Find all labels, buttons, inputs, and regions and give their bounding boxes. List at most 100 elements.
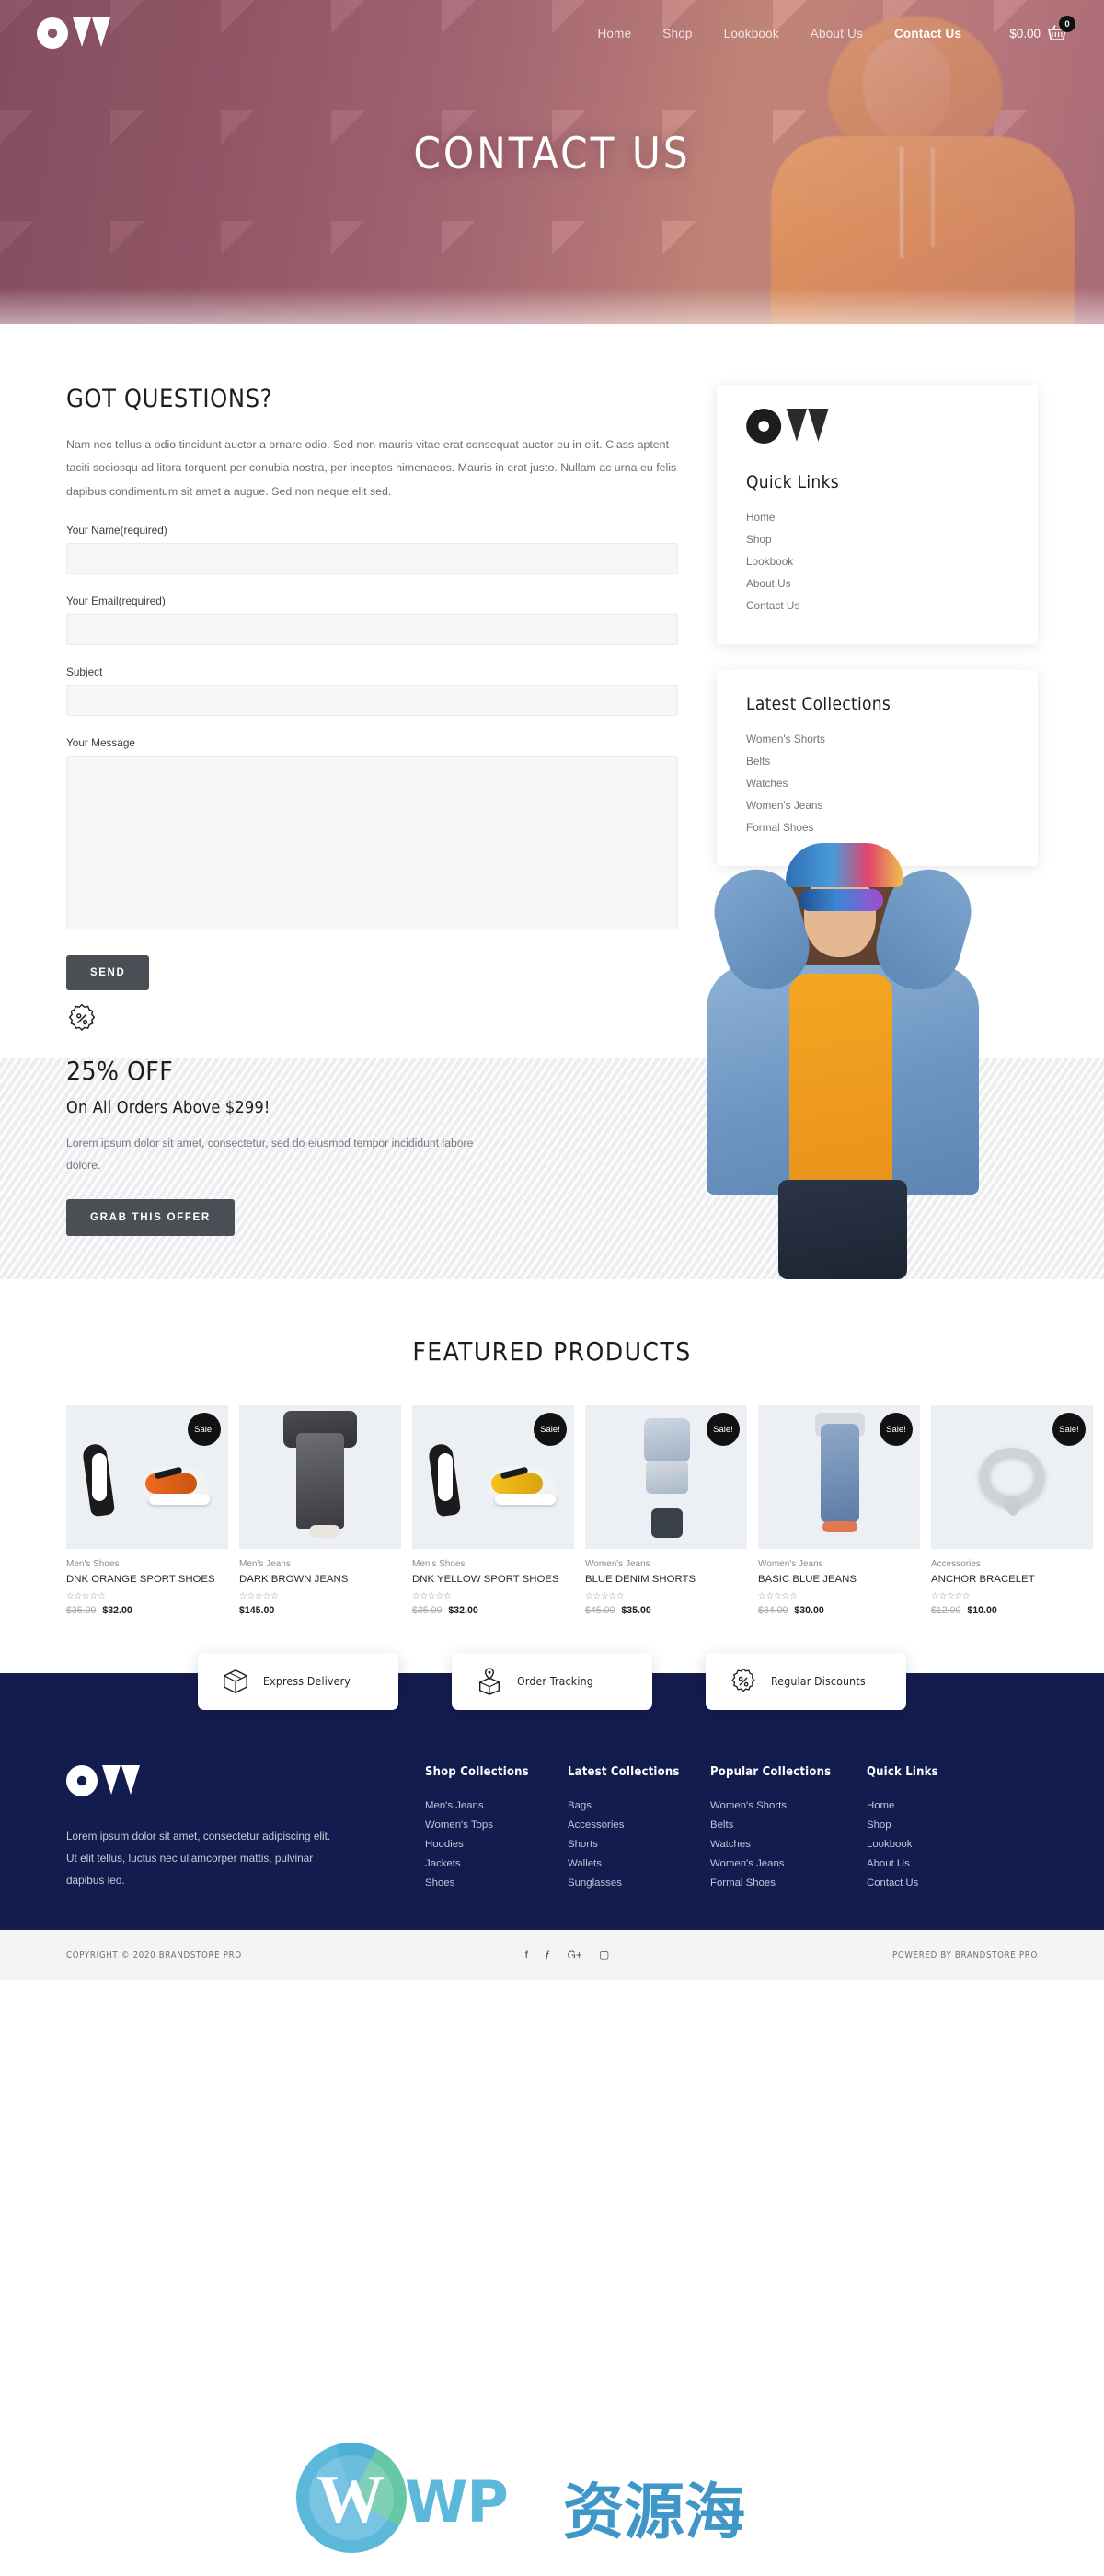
cart-widget[interactable]: $0.00 0	[1009, 16, 1075, 42]
service-card-express-delivery[interactable]: Express Delivery	[198, 1652, 398, 1710]
product-card[interactable]: Sale! Women's Jeans BASIC BLUE JEANS ☆☆☆…	[758, 1405, 920, 1616]
list-item[interactable]: Accessories	[568, 1816, 710, 1835]
list-item[interactable]: Wallets	[568, 1854, 710, 1874]
list-item[interactable]: About Us	[867, 1854, 1009, 1874]
product-name[interactable]: DARK BROWN JEANS	[239, 1573, 401, 1587]
cart-count-badge: 0	[1059, 16, 1075, 32]
product-old-price: $34.00	[758, 1604, 788, 1616]
sidebar-logo	[746, 409, 1008, 448]
input-your-message[interactable]	[66, 756, 678, 931]
list-item[interactable]: About Us	[746, 572, 1008, 595]
nav-item-lookbook[interactable]: Lookbook	[724, 27, 779, 40]
list-item[interactable]: Home	[867, 1796, 1009, 1816]
send-button[interactable]: SEND	[66, 955, 150, 991]
service-label: Regular Discounts	[771, 1674, 866, 1688]
list-item[interactable]: Women's Jeans	[710, 1854, 867, 1874]
googleplus-icon[interactable]: G+	[568, 1948, 582, 1961]
promo-content: 25% OFF On All Orders Above $299! Lorem …	[66, 1003, 545, 1236]
list-item[interactable]: Shop	[746, 528, 1008, 550]
product-image[interactable]: Sale!	[931, 1405, 1093, 1550]
product-rating: ☆☆☆☆☆	[412, 1590, 452, 1601]
product-name[interactable]: DNK ORANGE SPORT SHOES	[66, 1573, 228, 1587]
product-image[interactable]	[239, 1405, 401, 1550]
input-subject[interactable]	[66, 685, 678, 717]
product-sale-price: $145.00	[239, 1604, 275, 1616]
product-card[interactable]: Sale! Accessories ANCHOR BRACELET ☆☆☆☆☆ …	[931, 1405, 1093, 1616]
grab-this-offer-button[interactable]: GRAB THIS OFFER	[66, 1198, 235, 1236]
main-nav: Home Shop Lookbook About Us Contact Us $…	[597, 16, 1075, 42]
footer-column-title: Latest Collections	[568, 1764, 680, 1779]
list-item[interactable]: Watches	[710, 1835, 867, 1854]
list-item[interactable]: Women's Tops	[425, 1816, 568, 1835]
instagram-icon[interactable]: ▢	[599, 1948, 609, 1961]
list-item[interactable]: Watches	[746, 772, 1008, 794]
site-logo[interactable]	[37, 17, 112, 49]
list-item[interactable]: Women's Shorts	[710, 1796, 867, 1816]
list-item[interactable]: Formal Shoes	[710, 1874, 867, 1893]
product-image[interactable]: Sale!	[585, 1405, 747, 1550]
social-links: f ƒ G+ ▢	[525, 1948, 610, 1961]
list-item[interactable]: Shorts	[568, 1835, 710, 1854]
product-image[interactable]: Sale!	[758, 1405, 920, 1550]
service-card-order-tracking[interactable]: Order Tracking	[452, 1652, 652, 1710]
sale-badge: Sale!	[880, 1413, 913, 1447]
product-name[interactable]: BLUE DENIM SHORTS	[585, 1573, 747, 1587]
list-item[interactable]: Home	[746, 506, 1008, 528]
list-item[interactable]: Sunglasses	[568, 1874, 710, 1893]
list-item[interactable]: Lookbook	[867, 1835, 1009, 1854]
list-item[interactable]: Belts	[710, 1816, 867, 1835]
product-price: $35.00 $32.00	[412, 1605, 574, 1616]
product-sale-price: $10.00	[967, 1604, 997, 1616]
nav-item-about-us[interactable]: About Us	[811, 27, 863, 40]
product-sale-price: $30.00	[794, 1604, 824, 1616]
product-card[interactable]: Sale! Men's Shoes DNK YELLOW SPORT SHOES…	[412, 1405, 574, 1616]
footer-column-title: Shop Collections	[425, 1764, 529, 1779]
promo-model-photo	[640, 801, 1036, 1280]
contact-heading: GOT QUESTIONS?	[66, 385, 273, 413]
product-rating: ☆☆☆☆☆	[66, 1590, 106, 1601]
nav-item-shop[interactable]: Shop	[662, 27, 692, 40]
product-category: Men's Shoes	[412, 1559, 466, 1570]
list-item[interactable]: Lookbook	[746, 550, 1008, 572]
product-image[interactable]: Sale!	[412, 1405, 574, 1550]
list-item[interactable]: Contact Us	[867, 1874, 1009, 1893]
ow-monogram-logo-icon	[66, 1764, 140, 1796]
service-card-regular-discounts[interactable]: Regular Discounts	[706, 1652, 906, 1710]
product-card[interactable]: Men's Jeans DARK BROWN JEANS ☆☆☆☆☆ $145.…	[239, 1405, 401, 1616]
label-your-name: Your Name(required)	[66, 524, 167, 537]
input-your-email[interactable]	[66, 614, 678, 646]
product-old-price: $35.00	[412, 1604, 443, 1616]
nav-item-home[interactable]: Home	[597, 27, 631, 40]
product-rating: ☆☆☆☆☆	[931, 1590, 971, 1601]
list-item[interactable]: Shop	[867, 1816, 1009, 1835]
sale-badge: Sale!	[534, 1413, 567, 1447]
list-item[interactable]: Hoodies	[425, 1835, 568, 1854]
service-label: Express Delivery	[263, 1674, 351, 1688]
twitter-icon[interactable]: ƒ	[545, 1948, 551, 1961]
facebook-icon[interactable]: f	[525, 1948, 528, 1961]
list-item[interactable]: Men's Jeans	[425, 1796, 568, 1816]
footer-column-quick-links: Quick Links Home Shop Lookbook About Us …	[867, 1765, 1009, 1893]
list-item[interactable]: Women's Shorts	[746, 728, 1008, 750]
product-name[interactable]: ANCHOR BRACELET	[931, 1573, 1093, 1587]
product-image[interactable]: Sale!	[66, 1405, 228, 1550]
promo-banner: 25% OFF On All Orders Above $299! Lorem …	[0, 843, 1104, 1280]
list-item[interactable]: Jackets	[425, 1854, 568, 1874]
service-label: Order Tracking	[517, 1674, 593, 1688]
footer-logo[interactable]	[66, 1764, 425, 1801]
list-item[interactable]: Bags	[568, 1796, 710, 1816]
product-sale-price: $35.00	[621, 1604, 651, 1616]
product-name[interactable]: DNK YELLOW SPORT SHOES	[412, 1573, 574, 1587]
label-subject: Subject	[66, 665, 103, 679]
ow-monogram-logo-icon	[746, 409, 829, 444]
input-your-name[interactable]	[66, 543, 678, 575]
list-item[interactable]: Shoes	[425, 1874, 568, 1893]
list-item[interactable]: Contact Us	[746, 595, 1008, 617]
product-card[interactable]: Sale! Men's Shoes DNK ORANGE SPORT SHOES…	[66, 1405, 228, 1616]
product-card[interactable]: Sale! Women's Jeans BLUE DENIM SHORTS ☆☆…	[585, 1405, 747, 1616]
list-item[interactable]: Belts	[746, 750, 1008, 772]
product-name[interactable]: BASIC BLUE JEANS	[758, 1573, 920, 1587]
watermark-text: WP	[405, 2468, 509, 2536]
product-price: $35.00 $32.00	[66, 1605, 228, 1616]
nav-item-contact-us[interactable]: Contact Us	[894, 27, 961, 40]
